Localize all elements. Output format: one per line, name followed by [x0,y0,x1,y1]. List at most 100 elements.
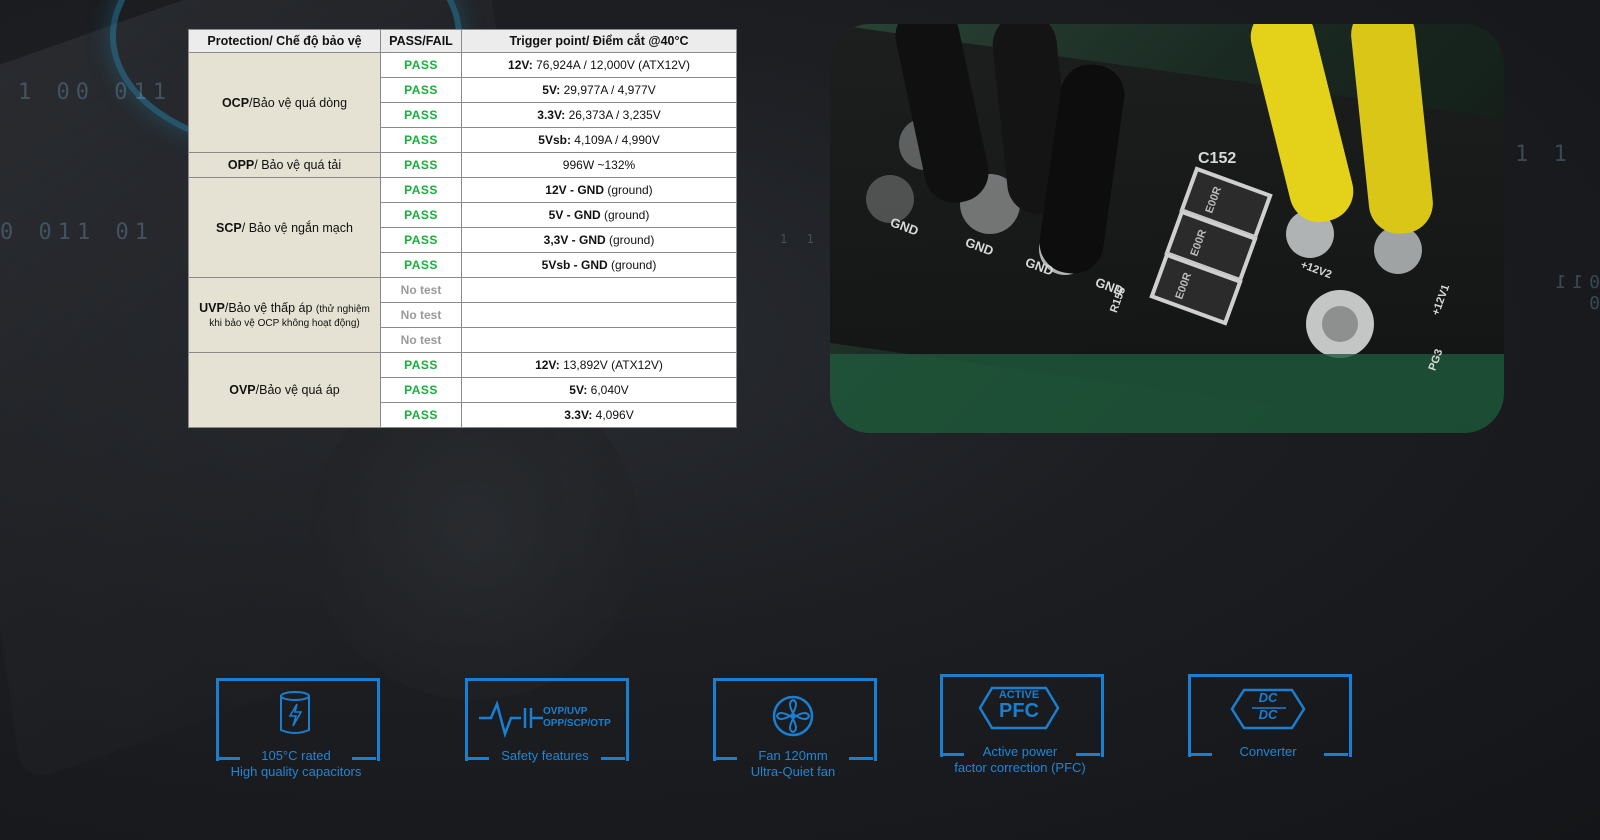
status-cell: PASS [380,252,462,278]
status-cell: PASS [380,152,462,178]
psu-test-photo: C152 GND GND GND GND R155 +12V2 +12V1 PG… [830,24,1504,433]
group-label: / Bảo vệ quá tải [254,158,342,172]
feature-safety: OVP/UVP OPP/SCP/OTP Safety features [465,678,629,763]
trigger-key: 5V: [542,83,561,97]
caption-line: Ultra-Quiet fan [750,764,836,779]
status-cell: PASS [380,177,462,203]
table-row: OCP/Bảo vệ quá dòng PASS 12V: 76,924A / … [188,52,737,153]
trigger-cell [461,277,737,303]
feature-dcdc: DC DC Converter [1188,674,1352,759]
feature-caption: Active power factor correction (PFC) [920,744,1120,776]
feature-pfc: ACTIVE PFC Active power factor correction… [940,674,1104,775]
trigger-value: (ground) [603,183,653,197]
fan-icon [772,695,814,737]
group-ovp: OVP/Bảo vệ quá áp [188,352,381,428]
header-protection: Protection/ Chế độ bảo vệ [188,29,381,53]
trigger-cell: 5V: 29,977A / 4,977V [461,77,737,103]
status-cell: No test [380,277,462,303]
status-cell: PASS [380,202,462,228]
status-cell: PASS [380,102,462,128]
group-code: SCP [216,220,242,235]
trigger-value: 996W ~132% [562,158,636,172]
background-digits: 1 1 [780,232,820,246]
table-row: OVP/Bảo vệ quá áp PASS 12V: 13,892V (ATX… [188,352,737,428]
trigger-cell: 3.3V: 26,373A / 3,235V [461,102,737,128]
trigger-key: 5Vsb - GND [541,258,608,272]
background-digits: 1 1 [1515,142,1573,167]
status-cell: PASS [380,227,462,253]
pcb-label: C152 [1198,150,1237,167]
trigger-cell: 12V: 13,892V (ATX12V) [461,352,737,378]
group-label: /Bảo vệ quá dòng [249,95,348,110]
trigger-cell: 5V: 6,040V [461,377,737,403]
caption-line: High quality capacitors [230,764,362,779]
group-uvp: UVP/Bảo vệ thấp áp (thử nghiệm khi bảo v… [188,277,381,353]
trigger-cell: 5Vsb: 4,109A / 4,990V [461,127,737,153]
feature-caption: Converter [1168,744,1368,760]
group-opp: OPP/ Bảo vệ quá tải [188,152,381,178]
trigger-cell [461,302,737,328]
caption-line: Safety features [501,748,589,763]
table-row: UVP/Bảo vệ thấp áp (thử nghiệm khi bảo v… [188,277,737,353]
trigger-value: 76,924A / 12,000V (ATX12V) [532,58,690,72]
capacitor-icon [280,691,310,734]
status-cell: No test [380,327,462,353]
trigger-value: 26,373A / 3,235V [565,108,661,122]
trigger-key: 5V - GND [548,208,601,222]
status-cell: PASS [380,52,462,78]
feature-caption: Fan 120mm Ultra-Quiet fan [693,748,893,780]
trigger-key: 3.3V: [564,408,593,422]
group-label: / Bảo vệ ngắn mạch [241,220,353,235]
protection-table: Protection/ Chế độ bảo vệ PASS/FAIL Trig… [188,29,737,428]
trigger-key: 5Vsb: [538,133,571,147]
header-pass-fail: PASS/FAIL [380,29,462,53]
trigger-key: 12V - GND [545,183,604,197]
trigger-cell: 5V - GND (ground) [461,202,737,228]
trigger-value: 4,109A / 4,990V [570,133,660,147]
pfc-icon-text: PFC [999,700,1039,722]
trigger-key: 3,3V - GND [543,233,606,247]
status-cell: PASS [380,77,462,103]
trigger-value: 6,040V [587,383,629,397]
caption-line: Converter [1239,744,1297,759]
safety-icon [479,700,543,738]
trigger-cell: 12V: 76,924A / 12,000V (ATX12V) [461,52,737,78]
feature-caption: Safety features [445,748,645,764]
background-digits: 1 00 011 [18,80,172,105]
group-code: OPP [227,158,255,172]
trigger-key: 5V: [569,383,588,397]
trigger-value: (ground) [607,258,657,272]
status-cell: No test [380,302,462,328]
trigger-cell: 3,3V - GND (ground) [461,227,737,253]
trigger-cell: 996W ~132% [461,152,737,178]
trigger-value: 29,977A / 4,977V [560,83,656,97]
caption-line: Fan 120mm [758,748,828,763]
trigger-value: (ground) [605,233,655,247]
trigger-key: 12V: [508,58,533,72]
trigger-key: 12V: [535,358,560,372]
feature-fan: Fan 120mm Ultra-Quiet fan [713,678,877,779]
table-header-row: Protection/ Chế độ bảo vệ PASS/FAIL Trig… [188,29,737,53]
header-trigger-point: Trigger point/ Điểm cắt @40°C [461,29,737,53]
trigger-value: 4,096V [592,408,634,422]
group-code: OVP [229,383,256,397]
trigger-value: (ground) [600,208,650,222]
feature-capacitors: 105°C rated High quality capacitors [216,678,380,779]
group-code: UVP [199,301,225,315]
group-label: /Bảo vệ quá áp [255,383,340,397]
safety-icon-text: OVP/UVP OPP/SCP/OTP [543,706,611,729]
trigger-key: 3.3V: [537,108,566,122]
caption-line: factor correction (PFC) [954,760,1086,775]
status-cell: PASS [380,352,462,378]
group-label: /Bảo vệ thấp áp [224,301,313,315]
table-row: SCP/ Bảo vệ ngắn mạch PASS 12V - GND (gr… [188,177,737,278]
trigger-cell: 3.3V: 4,096V [461,402,737,428]
dcdc-icon-text: DC [1258,690,1278,705]
feature-caption: 105°C rated High quality capacitors [196,748,396,780]
trigger-value: 13,892V (ATX12V) [559,358,663,372]
status-cell: PASS [380,402,462,428]
trigger-cell: 5Vsb - GND (ground) [461,252,737,278]
caption-line: 105°C rated [261,748,331,763]
status-cell: PASS [380,127,462,153]
trigger-cell [461,327,737,353]
